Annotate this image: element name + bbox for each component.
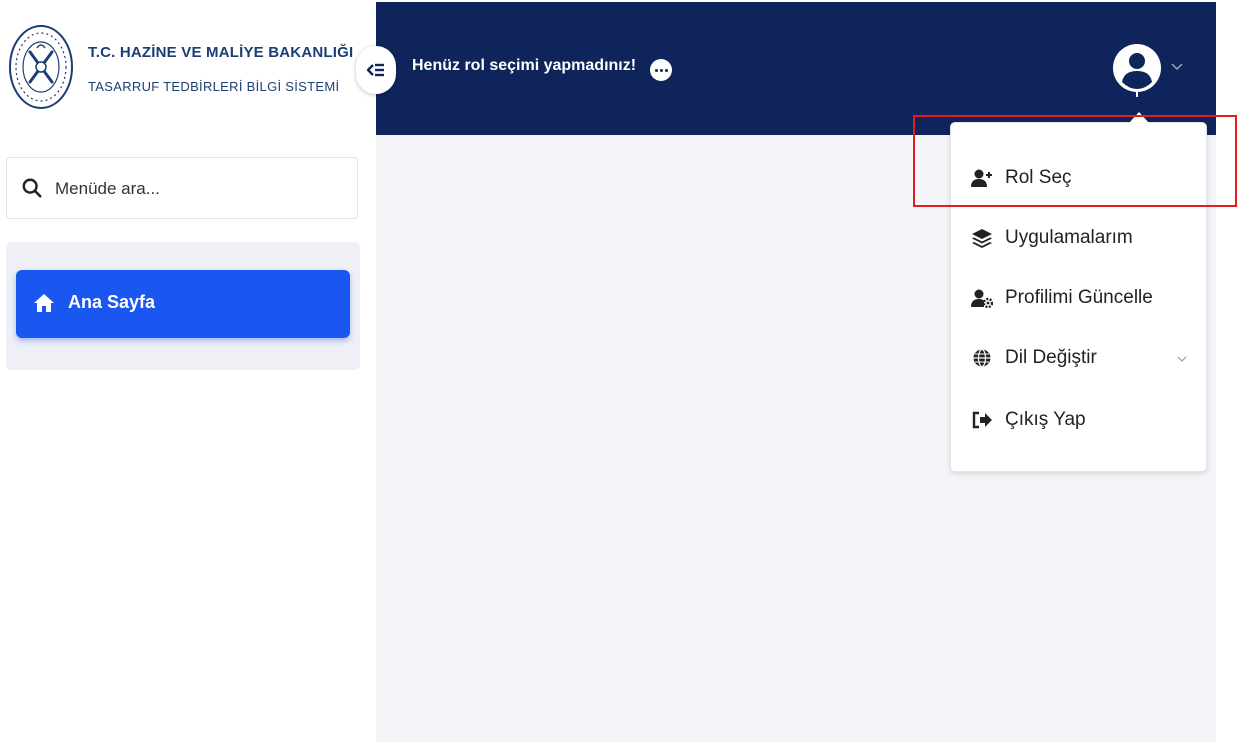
globe-icon [973,348,991,368]
logout-icon [972,411,992,429]
user-gear-icon [971,289,993,308]
sidebar: T.C. HAZİNE VE MALİYE BAKANLIĞI TASARRUF… [0,0,376,742]
menu-item-cikis-yap[interactable]: Çıkış Yap [971,403,1191,437]
menu-item-label: Rol Seç [1005,167,1072,188]
home-icon [34,294,54,312]
user-dropdown-menu: Rol Seç Uygulamalarım Profilimi Güncelle… [950,122,1207,472]
search-input[interactable] [53,172,347,206]
sidebar-collapse-button[interactable] [356,46,396,94]
chevron-down-icon [1177,356,1187,362]
role-warning-message: Henüz rol seçimi yapmadınız! [412,57,637,74]
menu-item-label: Uygulamalarım [1005,227,1133,248]
collapse-menu-icon [366,63,384,77]
sidebar-item-label: Ana Sayfa [68,292,156,312]
more-dots-icon[interactable] [650,59,672,81]
ministry-seal-icon [9,25,73,109]
menu-item-label: Profilimi Güncelle [1005,287,1153,308]
search-icon [22,178,42,198]
brand-subtitle: TASARRUF TEDBİRLERİ BİLGİ SİSTEMİ [88,79,340,94]
sidebar-item-ana-sayfa[interactable]: Ana Sayfa [16,270,350,338]
menu-item-dil-degistir[interactable]: Dil Değiştir [971,341,1191,375]
dropdown-caret [1129,112,1149,123]
logo[interactable]: T.C. HAZİNE VE MALİYE BAKANLIĞI TASARRUF… [8,24,368,114]
sidebar-menu: Ana Sayfa [6,242,360,370]
menu-item-label: Dil Değiştir [1005,347,1097,368]
user-avatar-icon[interactable] [1112,42,1162,98]
brand-title: T.C. HAZİNE VE MALİYE BAKANLIĞI [88,44,354,61]
page-edge [1216,0,1242,742]
menu-item-uygulamalarim[interactable]: Uygulamalarım [971,221,1191,255]
menu-item-profilimi-guncelle[interactable]: Profilimi Güncelle [971,281,1191,315]
chevron-down-icon[interactable] [1170,60,1184,74]
menu-search[interactable] [6,157,358,219]
layers-icon [972,229,992,248]
menu-item-label: Çıkış Yap [1005,409,1086,430]
menu-item-rol-sec[interactable]: Rol Seç [971,161,1191,195]
user-plus-icon [971,169,992,187]
